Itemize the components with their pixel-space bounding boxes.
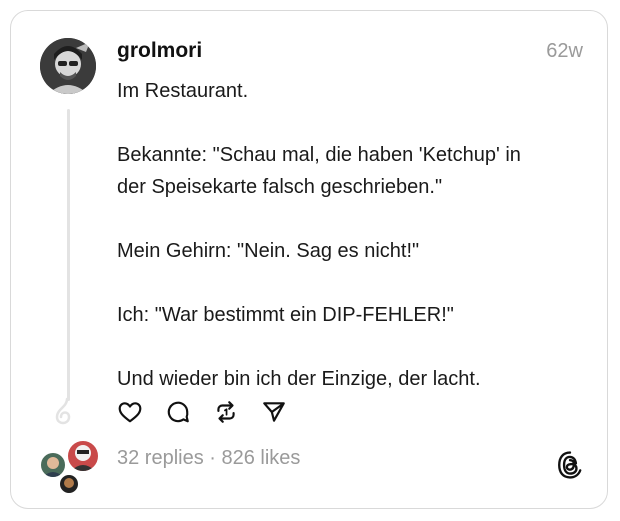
reply-button[interactable]	[165, 399, 191, 425]
author-username[interactable]: grolmori	[117, 39, 202, 63]
post-body: Im Restaurant. Bekannte: "Schau mal, die…	[117, 75, 587, 395]
post-line: Bekannte: "Schau mal, die haben 'Ketchup…	[117, 144, 521, 166]
post-line: Mein Gehirn: "Nein. Sag es nicht!"	[117, 240, 420, 262]
send-icon	[263, 402, 285, 422]
thread-curl-icon	[55, 397, 71, 425]
post-line: der Speisekarte falsch geschrieben."	[117, 176, 443, 198]
repost-icon	[217, 401, 235, 423]
post-line: Und wieder bin ich der Einzige, der lach…	[117, 368, 481, 390]
comment-icon	[167, 401, 189, 423]
post-line: Ich: "War bestimmt ein DIP-FEHLER!"	[117, 304, 454, 326]
author-avatar[interactable]	[40, 38, 96, 94]
post-timestamp[interactable]: 62w	[546, 40, 583, 63]
threads-logo-icon[interactable]	[557, 451, 583, 479]
replier-avatar	[66, 439, 100, 473]
replier-avatar	[58, 473, 80, 495]
share-button[interactable]	[261, 399, 287, 425]
post-line	[117, 331, 587, 363]
replier-avatars[interactable]	[39, 439, 100, 495]
post-line: Im Restaurant.	[117, 80, 249, 102]
post-line	[117, 107, 587, 139]
thread-line	[67, 109, 70, 401]
action-bar	[117, 399, 287, 425]
post-line	[117, 203, 587, 235]
repost-button[interactable]	[213, 399, 239, 425]
like-button[interactable]	[117, 399, 143, 425]
post-stats[interactable]: 32 replies · 826 likes	[117, 447, 300, 470]
post-line	[117, 267, 587, 299]
heart-icon	[118, 402, 142, 423]
post-card: grolmori 62w Im Restaurant. Bekannte: "S…	[10, 10, 608, 509]
